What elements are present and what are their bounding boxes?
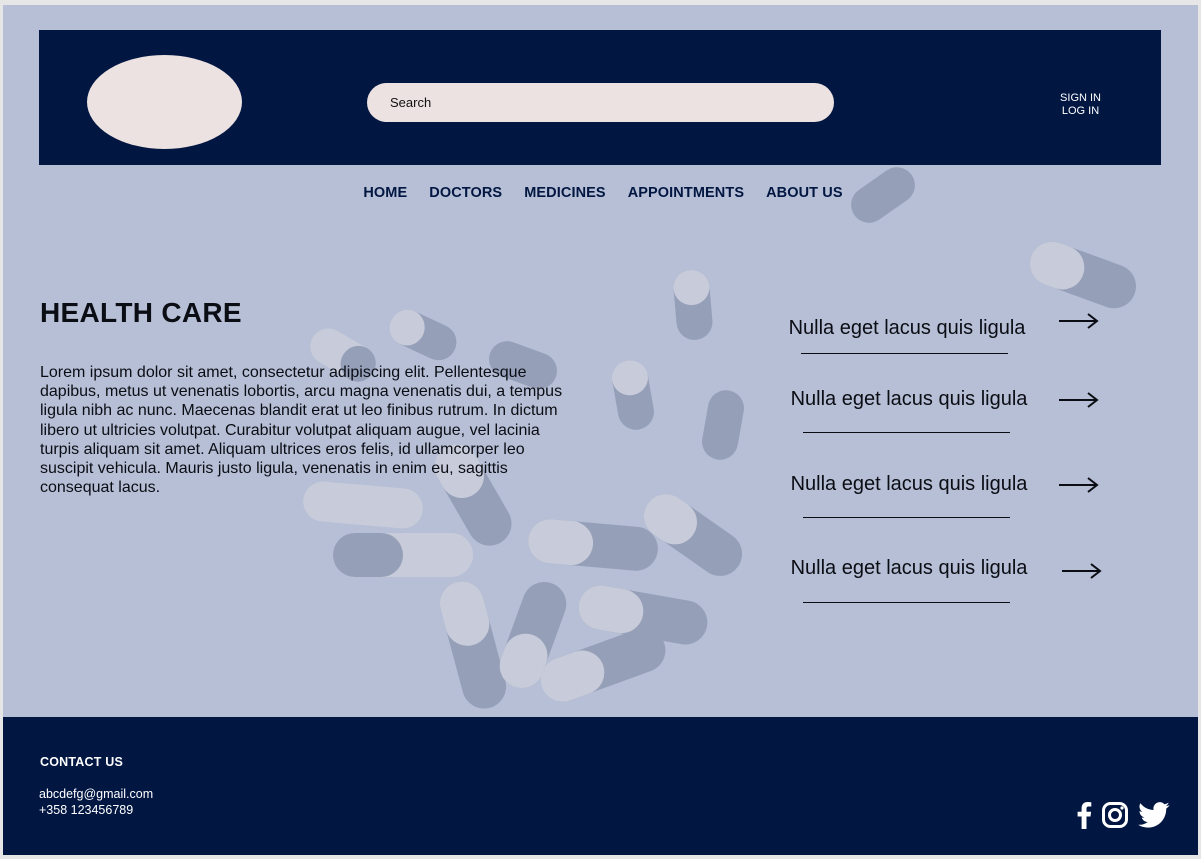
log-in-link[interactable]: LOG IN bbox=[1060, 105, 1101, 118]
site-header: Search SIGN IN LOG IN bbox=[39, 30, 1161, 165]
link-item[interactable]: Nulla eget lacus quis ligula bbox=[785, 473, 1125, 533]
contact-email[interactable]: abcdefg@gmail.com bbox=[39, 787, 153, 801]
search-placeholder: Search bbox=[390, 95, 432, 110]
hero-title: HEALTH CARE bbox=[40, 297, 242, 328]
contact-title: CONTACT US bbox=[40, 755, 124, 769]
logo-placeholder[interactable] bbox=[87, 55, 242, 149]
nav-item-appointments[interactable]: APPOINTMENTS bbox=[628, 185, 744, 201]
link-item[interactable]: Nulla eget lacus quis ligula bbox=[785, 557, 1125, 617]
main-nav: HOME DOCTORS MEDICINES APPOINTMENTS ABOU… bbox=[3, 185, 1198, 201]
link-label: Nulla eget lacus quis ligula bbox=[790, 473, 1028, 495]
link-underline bbox=[803, 432, 1010, 433]
nav-item-home[interactable]: HOME bbox=[363, 185, 407, 201]
link-label: Nulla eget lacus quis ligula bbox=[788, 317, 1026, 339]
nav-item-medicines[interactable]: MEDICINES bbox=[524, 185, 605, 201]
page: Search SIGN IN LOG IN HOME DOCTORS MEDIC… bbox=[3, 5, 1198, 855]
twitter-icon[interactable] bbox=[1138, 802, 1170, 833]
social-links bbox=[1066, 801, 1170, 834]
arrow-right-icon[interactable] bbox=[1058, 390, 1100, 410]
arrow-right-icon[interactable] bbox=[1058, 311, 1100, 331]
contact-phone[interactable]: +358 123456789 bbox=[39, 803, 133, 817]
search-input[interactable]: Search bbox=[367, 83, 834, 122]
facebook-icon[interactable] bbox=[1076, 801, 1092, 834]
sign-in-link[interactable]: SIGN IN bbox=[1060, 92, 1101, 105]
link-item[interactable]: Nulla eget lacus quis ligula bbox=[785, 388, 1125, 448]
link-underline bbox=[803, 602, 1010, 603]
arrow-right-icon[interactable] bbox=[1058, 475, 1100, 495]
arrow-right-icon[interactable] bbox=[1061, 561, 1103, 581]
auth-links: SIGN IN LOG IN bbox=[1060, 92, 1101, 118]
link-underline bbox=[801, 353, 1008, 354]
nav-item-about-us[interactable]: ABOUT US bbox=[766, 185, 843, 201]
site-footer: CONTACT US abcdefg@gmail.com +358 123456… bbox=[3, 717, 1198, 855]
hero-body-text: Lorem ipsum dolor sit amet, consectetur … bbox=[40, 364, 563, 497]
nav-item-doctors[interactable]: DOCTORS bbox=[429, 185, 502, 201]
instagram-icon[interactable] bbox=[1102, 802, 1128, 833]
link-label: Nulla eget lacus quis ligula bbox=[790, 557, 1028, 579]
link-label: Nulla eget lacus quis ligula bbox=[790, 388, 1028, 410]
link-item[interactable]: Nulla eget lacus quis ligula bbox=[783, 313, 1123, 377]
link-underline bbox=[803, 517, 1010, 518]
